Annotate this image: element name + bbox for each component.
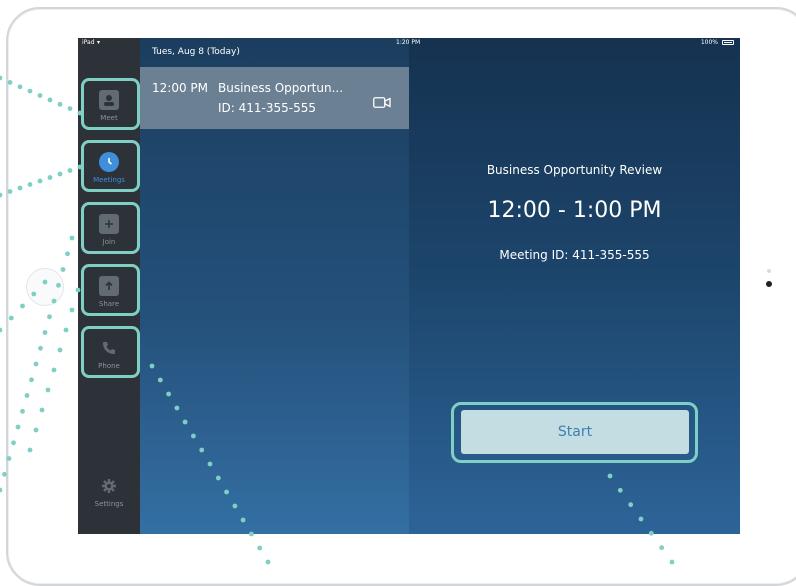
callout-dot — [0, 487, 3, 493]
video-camera-icon — [373, 93, 391, 112]
join-highlight — [81, 202, 140, 254]
meeting-id: ID: 411-355-555 — [218, 101, 317, 115]
meeting-list-panel: Tues, Aug 8 (Today) 12:00 PM Business Op… — [140, 38, 409, 534]
callout-dot — [0, 327, 3, 333]
gear-icon — [99, 476, 119, 496]
front-camera — [766, 281, 772, 287]
meeting-list-item[interactable]: 12:00 PM Business Opportun... ID: 411-35… — [140, 67, 409, 129]
phone-highlight — [81, 326, 140, 378]
sensor-dot — [767, 269, 771, 273]
meet-highlight — [81, 78, 140, 130]
meeting-detail-title: Business Opportunity Review — [486, 163, 663, 177]
sidebar-item-settings[interactable]: Settings — [82, 464, 136, 518]
status-bar: iPad ▾ 1:20 PM 100% — [78, 38, 740, 48]
meeting-title: Business Opportun... — [218, 81, 344, 95]
status-carrier: iPad — [82, 39, 95, 46]
callout-dot — [0, 75, 3, 81]
wifi-icon: ▾ — [97, 39, 101, 46]
meeting-time: 12:00 PM — [152, 81, 208, 95]
home-button[interactable] — [26, 268, 64, 306]
sidebar-item-label: Settings — [94, 500, 124, 508]
date-header: Tues, Aug 8 (Today) — [152, 47, 240, 57]
status-battery-text: 100% — [700, 39, 718, 46]
meetings-highlight — [81, 140, 140, 192]
meeting-detail-time: 12:00 - 1:00 PM — [487, 198, 662, 223]
callout-dot — [0, 192, 3, 198]
start-highlight — [451, 402, 698, 463]
meeting-detail-id: Meeting ID: 411-355-555 — [499, 248, 650, 262]
status-time: 1:20 PM — [396, 39, 421, 46]
battery-icon — [722, 40, 734, 45]
share-highlight — [81, 264, 140, 316]
